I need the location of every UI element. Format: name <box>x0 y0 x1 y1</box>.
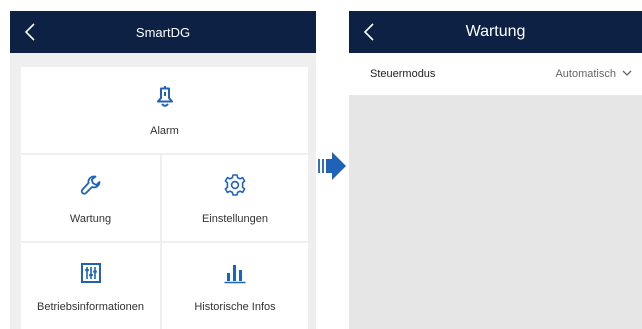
smartdg-screen: SmartDG Alarm Wartung Einstellungen Betr… <box>10 11 316 329</box>
wrench-icon <box>79 173 103 197</box>
wartung-header: Wartung <box>349 11 642 53</box>
tile-label: Einstellungen <box>201 213 269 225</box>
page-title: Wartung <box>465 23 526 40</box>
back-button[interactable] <box>16 17 44 47</box>
tile-wartung[interactable]: Wartung <box>21 155 160 241</box>
chevron-left-icon <box>24 23 35 41</box>
sliders-icon <box>80 261 102 285</box>
chevron-down-icon <box>622 70 632 76</box>
wartung-screen: Wartung Steuermodus Automatisch <box>349 11 642 329</box>
chevron-left-icon <box>363 23 374 41</box>
steuermodus-setting[interactable]: Steuermodus Automatisch <box>349 53 642 95</box>
tile-label: Wartung <box>69 213 112 225</box>
tile-betriebsinformationen[interactable]: Betriebsinformationen <box>21 243 160 329</box>
page-title: SmartDG <box>135 24 191 40</box>
tile-label: Historische Infos <box>194 301 276 313</box>
smartdg-header: SmartDG <box>10 11 316 53</box>
back-button[interactable] <box>355 17 383 47</box>
arrow-right-icon <box>318 152 346 180</box>
tile-label: Alarm <box>150 125 179 137</box>
tile-label: Betriebsinformationen <box>36 301 144 313</box>
bell-icon <box>154 85 176 109</box>
gear-icon <box>223 173 247 197</box>
tile-historische-infos[interactable]: Historische Infos <box>162 243 308 329</box>
setting-value: Automatisch <box>555 68 616 80</box>
tile-einstellungen[interactable]: Einstellungen <box>162 155 308 241</box>
bar-chart-icon <box>223 261 247 285</box>
setting-label: Steuermodus <box>370 68 436 80</box>
tile-alarm[interactable]: Alarm <box>21 67 308 153</box>
